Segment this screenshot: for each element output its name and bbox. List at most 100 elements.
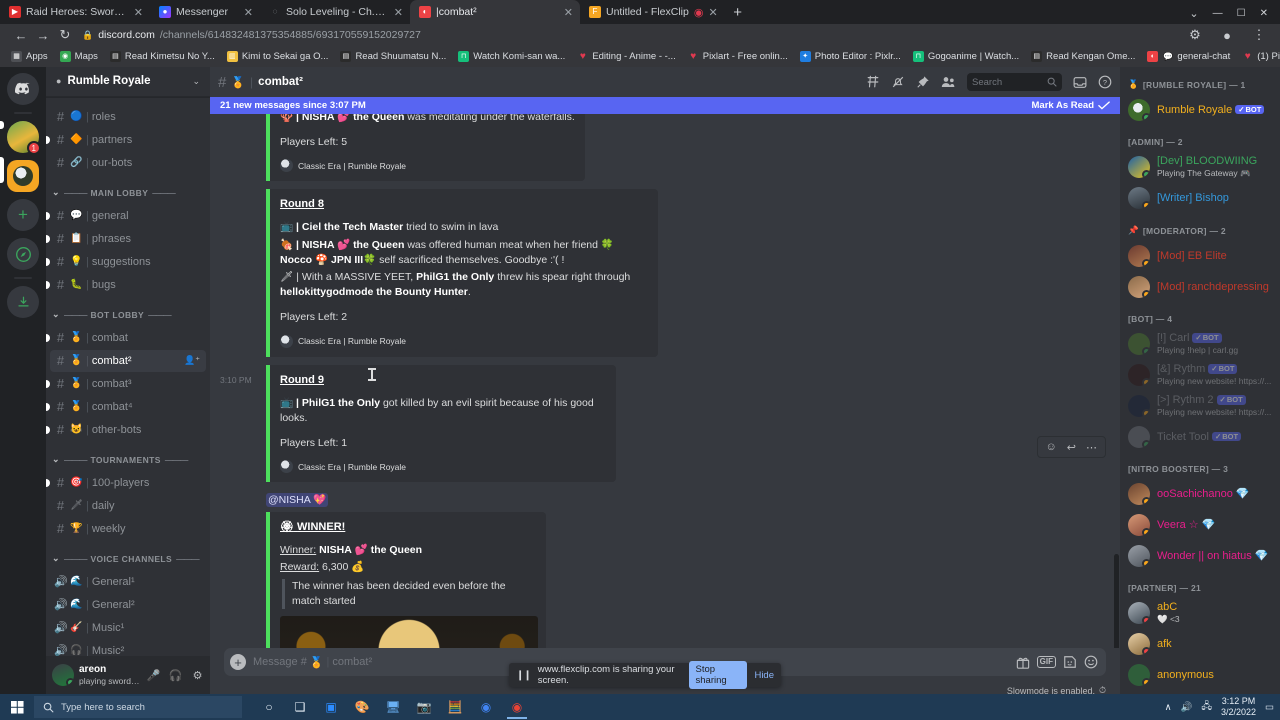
bookmark-item[interactable]: ▤ Read Shuumatsu N... bbox=[335, 50, 451, 63]
sidebar-item-daily[interactable]: # 🗡 | daily bbox=[50, 495, 206, 517]
emoji-picker-icon[interactable] bbox=[1084, 655, 1098, 669]
sidebar-item-other-bots[interactable]: # 😺 | other-bots bbox=[46, 419, 206, 441]
address-bar[interactable]: 🔒 discord.com/channels/61483248137535488… bbox=[82, 27, 1184, 43]
sidebar-item-voice-music1[interactable]: 🔊 🎸 | Music¹ bbox=[50, 617, 206, 639]
taskbar-search-input[interactable]: Type here to search bbox=[34, 696, 242, 718]
new-tab-button[interactable]: + bbox=[725, 0, 751, 24]
cortana-icon[interactable]: ○ bbox=[256, 695, 282, 719]
tray-expand-chevron-icon[interactable]: ∧ bbox=[1165, 702, 1172, 713]
sidebar-item-combat3[interactable]: # 🏅 | combat³ bbox=[46, 373, 206, 395]
bookmark-item[interactable]: ▤ Read Kimetsu No Y... bbox=[105, 50, 220, 63]
sidebar-item-voice-general1[interactable]: 🔊 🌊 | General¹ bbox=[50, 571, 206, 593]
network-icon[interactable]: 🖧 bbox=[1201, 699, 1212, 715]
reload-icon[interactable]: ↻ bbox=[54, 25, 76, 45]
member-row[interactable]: Veera ☆ 💎 bbox=[1120, 509, 1280, 540]
help-question-icon[interactable]: ? bbox=[1098, 75, 1112, 89]
close-window-button[interactable]: ✕ bbox=[1260, 8, 1268, 19]
bookmark-item[interactable]: ♥ Pixlart - Free onlin... bbox=[683, 50, 793, 63]
mark-as-read-button[interactable]: Mark As Read bbox=[1032, 100, 1110, 111]
bookmark-item[interactable]: ◉ Maps bbox=[55, 50, 103, 63]
sidebar-item-partners[interactable]: # 🔶 | partners bbox=[46, 129, 206, 151]
avatar[interactable] bbox=[52, 664, 74, 687]
member-list-icon[interactable] bbox=[941, 75, 956, 89]
threads-icon[interactable] bbox=[866, 75, 880, 89]
profile-avatar-icon[interactable]: ● bbox=[1216, 25, 1238, 45]
chrome-icon[interactable]: ◉ bbox=[473, 695, 499, 719]
browser-tab[interactable]: F Untitled - FlexClip ◉ ✕ bbox=[580, 0, 725, 24]
search-input[interactable]: Search bbox=[967, 73, 1062, 91]
bookmark-item[interactable]: ✦ Photo Editor : Pixlr... bbox=[795, 50, 906, 63]
member-group-header[interactable]: 🏅 [RUMBLE ROYALE] — 1 bbox=[1120, 75, 1280, 94]
volume-icon[interactable]: 🔊 bbox=[1181, 702, 1193, 713]
camera-app-icon[interactable]: 📷 bbox=[411, 695, 437, 719]
add-reaction-icon[interactable]: ☺ bbox=[1046, 441, 1057, 453]
member-row[interactable]: Rumble Royale ✓ BOT bbox=[1120, 94, 1280, 125]
hide-button[interactable]: Hide bbox=[754, 670, 774, 681]
close-icon[interactable]: ✕ bbox=[564, 6, 573, 19]
create-invite-icon[interactable]: 👤⁺ bbox=[184, 355, 200, 366]
bookmark-item[interactable]: ♥ Editing - Anime - -... bbox=[572, 50, 680, 63]
bookmark-item[interactable]: ▤ Read Kengan Ome... bbox=[1026, 50, 1140, 63]
extensions-icon[interactable]: ⚙ bbox=[1184, 25, 1206, 45]
message-list[interactable]: 🪸 | NISHA 💕 the Queen was meditating und… bbox=[210, 114, 1120, 648]
member-row[interactable]: [&] Rythm ✓ BOT Playing new website! http… bbox=[1120, 359, 1280, 390]
message-scrollbar[interactable] bbox=[1114, 554, 1119, 648]
sidebar-item-voice-music2[interactable]: 🔊 🎧 | Music² bbox=[50, 640, 206, 657]
user-info[interactable]: areon playing sword ... bbox=[79, 664, 140, 687]
guild-header[interactable]: ● Rumble Royale ⌄ bbox=[46, 67, 210, 97]
sidebar-item-bugs[interactable]: # 🐛 | bugs bbox=[46, 274, 206, 296]
browser-tab[interactable]: ● Messenger ✕ bbox=[150, 0, 260, 24]
notification-muted-bell-icon[interactable] bbox=[891, 75, 905, 89]
browser-tab[interactable]: ◌ Solo Leveling - Ch.037 ✕ bbox=[260, 0, 410, 24]
chrome-menu-icon[interactable]: ⋮ bbox=[1248, 25, 1270, 45]
server-icon-rumble-royale[interactable] bbox=[7, 160, 39, 192]
category-bot-lobby[interactable]: ⌄ ——— BOT LOBBY ——— bbox=[46, 304, 210, 326]
member-row[interactable]: ooSachichanoo 💎 bbox=[1120, 478, 1280, 509]
pause-icon[interactable]: ❙❙ bbox=[516, 670, 532, 681]
maximize-button[interactable]: ☐ bbox=[1237, 8, 1246, 19]
member-group-header[interactable]: [ADMIN] — 2 bbox=[1120, 125, 1280, 151]
sidebar-item-combat4[interactable]: # 🏅 | combat⁴ bbox=[46, 396, 206, 418]
sidebar-item-general[interactable]: # 💬 | general bbox=[46, 205, 206, 227]
member-row[interactable]: afk bbox=[1120, 628, 1280, 659]
windows-start-icon[interactable] bbox=[0, 694, 34, 720]
more-options-icon[interactable]: ⋯ bbox=[1086, 441, 1097, 454]
remote-desktop-icon[interactable]: 🖥 bbox=[380, 695, 406, 719]
member-row[interactable]: anonymous bbox=[1120, 659, 1280, 690]
member-row[interactable]: [Writer] Bishop bbox=[1120, 182, 1280, 213]
attach-plus-icon[interactable]: + bbox=[230, 654, 246, 670]
bookmark-item[interactable]: ◐ 💬 general-chat bbox=[1142, 50, 1235, 63]
member-group-header[interactable]: [BOT] — 4 bbox=[1120, 302, 1280, 328]
user-mention[interactable]: @NISHA 💖 bbox=[266, 493, 329, 508]
close-icon[interactable]: ✕ bbox=[394, 6, 403, 19]
member-row[interactable]: Ticket Tool ✓ BOT bbox=[1120, 421, 1280, 452]
close-icon[interactable]: ✕ bbox=[708, 6, 717, 19]
sidebar-item-phrases[interactable]: # 📋 | phrases bbox=[46, 228, 206, 250]
inbox-icon[interactable] bbox=[1073, 76, 1087, 89]
member-row[interactable]: Wonder || on hiatus 💎 bbox=[1120, 540, 1280, 571]
sidebar-item-our-bots[interactable]: # 🔗 | our-bots bbox=[50, 152, 206, 174]
download-apps-button[interactable] bbox=[7, 286, 39, 318]
discord-home-button[interactable] bbox=[7, 73, 39, 105]
member-group-header[interactable]: [NITRO BOOSTER] — 3 bbox=[1120, 452, 1280, 478]
category-main-lobby[interactable]: ⌄ ——— MAIN LOBBY ——— bbox=[46, 182, 210, 204]
gift-icon[interactable] bbox=[1016, 656, 1030, 669]
member-group-header[interactable]: 📌 [MODERATOR] — 2 bbox=[1120, 213, 1280, 240]
member-group-header[interactable]: [PARTNER] — 21 bbox=[1120, 571, 1280, 597]
search-tabs-icon[interactable]: ⌄ bbox=[1189, 7, 1198, 20]
chrome-active-icon[interactable]: ◉ bbox=[504, 695, 530, 719]
browser-tab-active[interactable]: ◐ |combat² ✕ bbox=[410, 0, 580, 24]
chevron-down-icon[interactable]: ⌄ bbox=[192, 76, 200, 87]
sidebar-item-roles[interactable]: # 🔵 | roles bbox=[50, 106, 206, 128]
bookmark-item[interactable]: ⊓ Watch Komi-san wa... bbox=[453, 50, 570, 63]
pinned-messages-icon[interactable] bbox=[916, 75, 930, 89]
bookmark-item[interactable]: ▥ Kimi to Sekai ga O... bbox=[222, 50, 334, 63]
member-row[interactable]: [!] Carl ✓ BOT Playing !help | carl.gg bbox=[1120, 328, 1280, 359]
category-voice-channels[interactable]: ⌄ ——— VOICE CHANNELS ——— bbox=[46, 548, 210, 570]
paint-app-icon[interactable]: 🎨 bbox=[349, 695, 375, 719]
zoom-app-icon[interactable]: ▣ bbox=[318, 695, 344, 719]
back-icon[interactable]: ← bbox=[10, 25, 32, 45]
close-icon[interactable]: ✕ bbox=[244, 6, 253, 19]
gif-picker-icon[interactable]: GIF bbox=[1036, 656, 1056, 668]
sidebar-item-voice-general2[interactable]: 🔊 🌊 | General² bbox=[50, 594, 206, 616]
